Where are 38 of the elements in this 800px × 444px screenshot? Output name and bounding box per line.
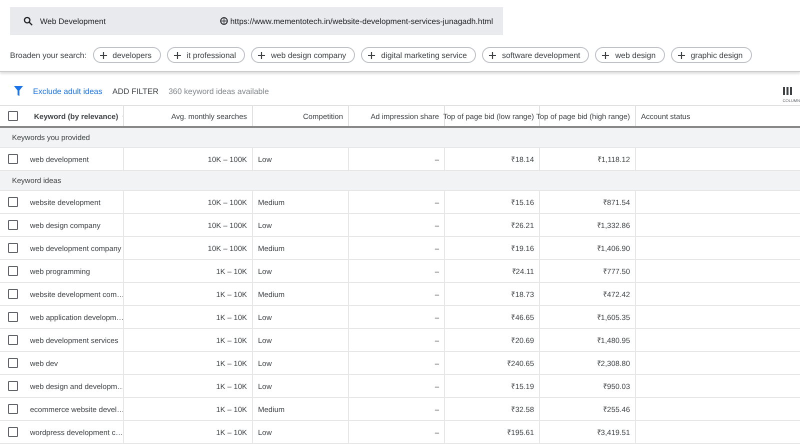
keyword-chip[interactable]: web design company xyxy=(251,47,356,63)
keyword-chip[interactable]: software development xyxy=(482,47,590,63)
checkbox[interactable] xyxy=(8,289,18,299)
search-query: Web Development xyxy=(40,16,107,26)
exclude-adult-link[interactable]: Exclude adult ideas xyxy=(33,86,102,96)
broaden-label: Broaden your search: xyxy=(10,50,86,60)
plus-icon xyxy=(258,52,265,58)
checkbox[interactable] xyxy=(8,243,18,253)
keyword-chip[interactable]: graphic design xyxy=(670,47,752,63)
keyword-count: 360 keyword ideas available xyxy=(168,86,270,96)
keyword-chip[interactable]: developers xyxy=(92,47,161,63)
globe-icon xyxy=(220,17,228,25)
checkbox[interactable] xyxy=(8,358,18,368)
checkbox[interactable] xyxy=(8,312,18,322)
plus-icon xyxy=(100,52,106,58)
checkbox[interactable] xyxy=(8,427,18,437)
checkbox[interactable] xyxy=(8,220,18,230)
checkbox[interactable] xyxy=(8,335,18,345)
checkbox[interactable] xyxy=(8,381,18,391)
columns-icon xyxy=(783,87,792,96)
checkbox[interactable] xyxy=(8,404,18,414)
keyword-chip[interactable]: web design xyxy=(595,47,665,63)
search-icon xyxy=(23,16,33,26)
checkbox[interactable] xyxy=(8,266,18,276)
keyword-chip[interactable]: digital marketing service xyxy=(361,47,476,63)
plus-icon xyxy=(174,52,181,58)
filter-icon[interactable] xyxy=(14,86,23,96)
search-field[interactable]: Web Development https://www.mementotech.in/website-development-services-junagadh.html xyxy=(10,7,503,35)
plus-icon xyxy=(488,52,496,58)
website-url: https://www.mementotech.in/website-development-services-junagadh.html xyxy=(230,16,493,26)
plus-icon xyxy=(368,52,376,58)
plus-icon xyxy=(602,52,610,58)
checkbox[interactable] xyxy=(8,197,18,207)
plus-icon xyxy=(678,52,685,58)
add-filter-button[interactable]: ADD FILTER xyxy=(112,86,158,96)
checkbox[interactable] xyxy=(8,154,18,164)
keyword-chip[interactable]: it professional xyxy=(166,47,245,63)
checkbox[interactable] xyxy=(8,111,18,122)
